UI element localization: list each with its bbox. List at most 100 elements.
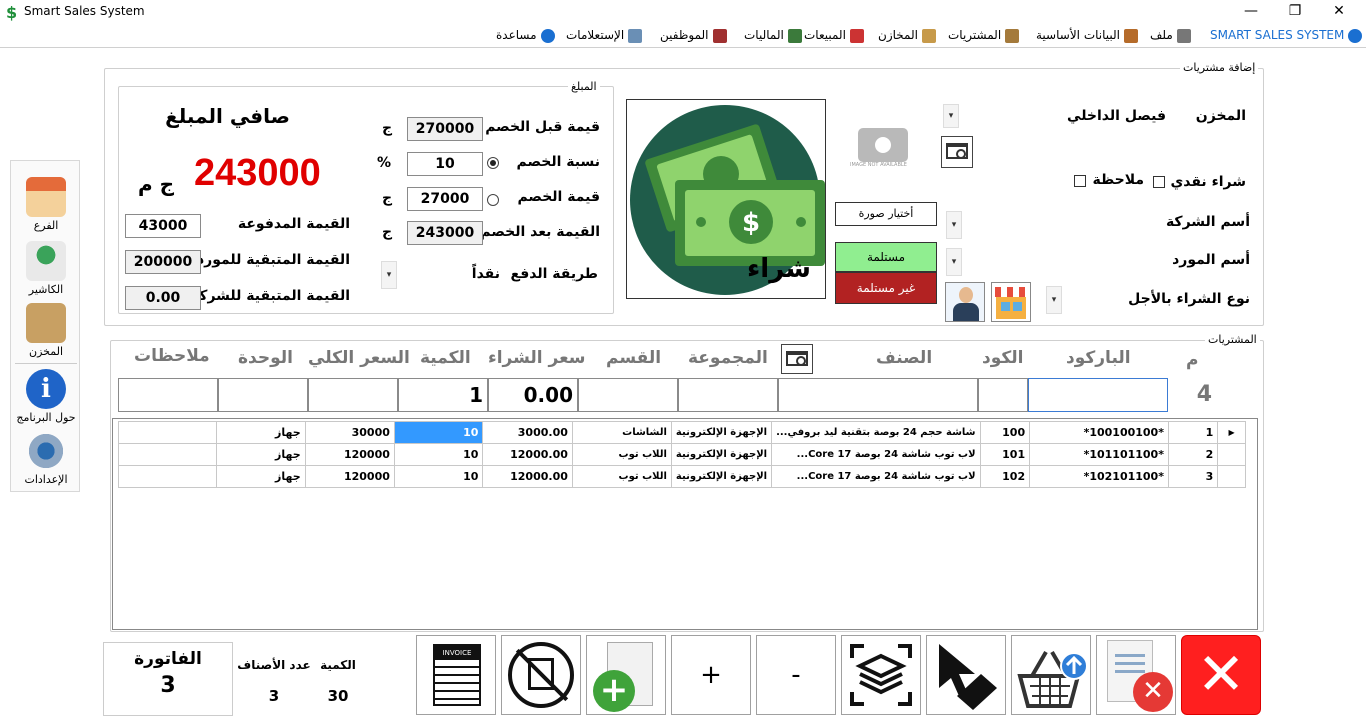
- entry-total-input[interactable]: [308, 378, 398, 412]
- buy-image-panel[interactable]: $ شراء: [626, 99, 826, 299]
- delete-document-button[interactable]: ✕: [1096, 635, 1176, 715]
- remaining-company-field[interactable]: 0.00: [125, 286, 201, 310]
- menu-sales[interactable]: المبيعات: [804, 28, 864, 43]
- payment-method-dropdown[interactable]: ▾: [381, 261, 397, 289]
- cash-purchase-checkbox[interactable]: [1153, 176, 1165, 188]
- cell-code[interactable]: 102: [979, 465, 1031, 488]
- sidebar-item-about[interactable]: i حول البرنامج: [11, 369, 81, 424]
- cell-notes[interactable]: [118, 421, 217, 444]
- after-discount-field[interactable]: 243000: [407, 221, 483, 245]
- cell-price[interactable]: 3000.00: [482, 421, 573, 444]
- cancel-invoice-button[interactable]: [501, 635, 581, 715]
- paid-field[interactable]: 43000: [125, 214, 201, 238]
- row-selector[interactable]: [1217, 465, 1246, 488]
- employee-avatar-button[interactable]: [945, 282, 985, 322]
- decrease-button[interactable]: -: [756, 635, 836, 715]
- cell-no[interactable]: 1: [1167, 421, 1219, 444]
- cell-group[interactable]: الإجهزة الإلكترونية: [670, 465, 773, 488]
- remaining-supplier-field[interactable]: 200000: [125, 250, 201, 274]
- cell-notes[interactable]: [118, 443, 217, 466]
- cell-total[interactable]: 120000: [304, 465, 395, 488]
- entry-price-input[interactable]: 0.00: [488, 378, 578, 412]
- entry-unit-input[interactable]: [218, 378, 308, 412]
- select-erase-button[interactable]: [926, 635, 1006, 715]
- discount-value-radio[interactable]: [487, 194, 499, 206]
- company-dropdown[interactable]: ▾: [946, 211, 962, 239]
- cell-barcode[interactable]: *100100100*: [1029, 421, 1169, 444]
- cell-unit[interactable]: جهاز: [215, 465, 306, 488]
- cell-no[interactable]: 2: [1167, 443, 1219, 466]
- menu-queries[interactable]: الإستعلامات: [566, 28, 643, 43]
- image-search-button[interactable]: [941, 136, 973, 168]
- entry-section-input[interactable]: [578, 378, 678, 412]
- discount-pct-radio[interactable]: [487, 157, 499, 169]
- cell-qty[interactable]: 10: [393, 443, 484, 466]
- row-selector[interactable]: [1217, 443, 1246, 466]
- entry-notes-input[interactable]: [118, 378, 218, 412]
- row-selector-arrow[interactable]: ▶: [1217, 421, 1246, 444]
- menu-brand[interactable]: SMART SALES SYSTEM: [1210, 28, 1363, 43]
- maximize-button[interactable]: ❐: [1272, 0, 1318, 24]
- not-received-button[interactable]: غير مستلمة: [835, 272, 937, 304]
- purchase-type-dropdown[interactable]: ▾: [1046, 286, 1062, 314]
- layers-button[interactable]: [841, 635, 921, 715]
- cell-section[interactable]: اللاب توب: [571, 465, 672, 488]
- sidebar-item-cashier[interactable]: الكاشير: [11, 241, 81, 296]
- discount-value-field[interactable]: 27000: [407, 187, 483, 211]
- discount-pct-field[interactable]: 10: [407, 152, 483, 176]
- entry-group-input[interactable]: [678, 378, 778, 412]
- note-checkbox[interactable]: [1074, 175, 1086, 187]
- basket-upload-button[interactable]: [1011, 635, 1091, 715]
- cell-unit[interactable]: جهاز: [215, 443, 306, 466]
- choose-image-button[interactable]: أختيار صورة: [835, 202, 937, 226]
- received-button[interactable]: مستلمة: [835, 242, 937, 272]
- image-dropdown[interactable]: ▾: [943, 104, 959, 128]
- cell-no[interactable]: 3: [1167, 465, 1219, 488]
- menu-purchases[interactable]: المشتريات: [948, 28, 1020, 43]
- entry-item-input[interactable]: [778, 378, 978, 412]
- menu-finance[interactable]: الماليات: [744, 28, 802, 43]
- cell-barcode[interactable]: *102101100*: [1029, 465, 1169, 488]
- cell-qty[interactable]: 10: [393, 465, 484, 488]
- cell-price[interactable]: 12000.00: [482, 465, 573, 488]
- cell-item[interactable]: شاشة حجم 24 بوصة بتقنية ليد بروفي...: [771, 421, 981, 444]
- cell-total[interactable]: 120000: [304, 443, 395, 466]
- sidebar-item-branch[interactable]: الفرع: [11, 177, 81, 232]
- store-value[interactable]: فيصل الداخلي: [1060, 108, 1166, 124]
- cell-unit[interactable]: جهاز: [215, 421, 306, 444]
- cell-total[interactable]: 30000: [304, 421, 395, 444]
- menu-stores[interactable]: المخازن: [878, 28, 936, 43]
- group-search-button[interactable]: [781, 344, 813, 374]
- table-row[interactable]: جهاز 30000 10 3000.00 الشاشات الإجهزة ال…: [118, 421, 1246, 444]
- cell-notes[interactable]: [118, 465, 217, 488]
- before-discount-field[interactable]: 270000: [407, 117, 483, 141]
- purchases-grid[interactable]: جهاز 30000 10 3000.00 الشاشات الإجهزة ال…: [112, 418, 1258, 630]
- minimize-button[interactable]: —: [1228, 0, 1274, 24]
- cell-item[interactable]: لاب توب شاشة 24 بوصة Core 17...: [771, 465, 981, 488]
- entry-barcode-input[interactable]: [1028, 378, 1168, 412]
- cell-item[interactable]: لاب توب شاشة 24 بوصة Core 17...: [771, 443, 981, 466]
- cell-barcode[interactable]: *101101100*: [1029, 443, 1169, 466]
- entry-code-input[interactable]: [978, 378, 1028, 412]
- sidebar-item-settings[interactable]: الإعدادات: [11, 431, 81, 486]
- cell-qty[interactable]: 10: [393, 421, 484, 444]
- entry-qty-input[interactable]: 1: [398, 378, 488, 412]
- close-form-button[interactable]: ✕: [1181, 635, 1261, 715]
- menu-basic-data[interactable]: البيانات الأساسية: [1036, 28, 1138, 43]
- menu-file[interactable]: ملف: [1150, 28, 1191, 43]
- menu-help[interactable]: مساعدة: [496, 28, 555, 43]
- cell-section[interactable]: اللاب توب: [571, 443, 672, 466]
- supplier-dropdown[interactable]: ▾: [946, 248, 962, 276]
- sidebar-item-warehouse[interactable]: المخزن: [11, 303, 81, 358]
- new-document-button[interactable]: +: [586, 635, 666, 715]
- table-row[interactable]: جهاز 120000 10 12000.00 اللاب توب الإجهز…: [118, 443, 1246, 466]
- cell-code[interactable]: 101: [979, 443, 1031, 466]
- print-invoice-button[interactable]: INVOICE: [416, 635, 496, 715]
- payment-method-value[interactable]: نقداً: [440, 266, 500, 282]
- cell-group[interactable]: الإجهزة الإلكترونية: [670, 421, 773, 444]
- table-row[interactable]: جهاز 120000 10 12000.00 اللاب توب الإجهز…: [118, 465, 1246, 488]
- cell-section[interactable]: الشاشات: [571, 421, 672, 444]
- menu-employees[interactable]: الموظفين: [660, 28, 727, 43]
- increase-button[interactable]: +: [671, 635, 751, 715]
- store-button[interactable]: [991, 282, 1031, 322]
